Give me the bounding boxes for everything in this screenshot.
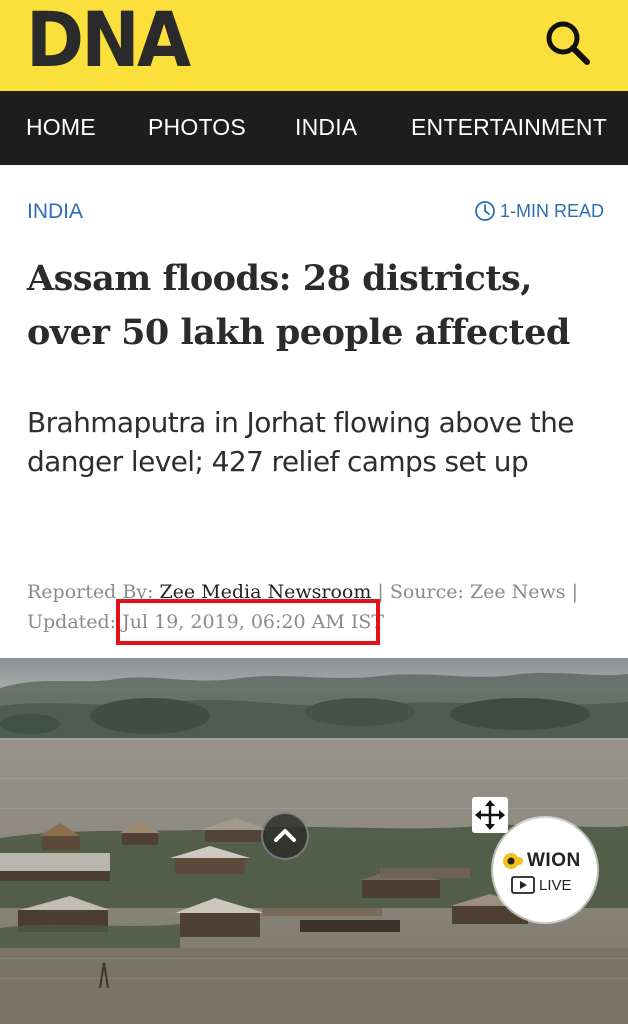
wion-logo: WION [503, 850, 581, 872]
read-time-label: 1-MIN READ [499, 200, 604, 221]
nav-item-photos[interactable]: PHOTOS [148, 91, 246, 165]
search-icon [546, 21, 590, 65]
wion-mark-icon [503, 853, 523, 869]
move-handle[interactable] [472, 797, 508, 833]
source-text: | Source: Zee News | [371, 581, 578, 603]
scroll-top-button[interactable] [261, 812, 309, 860]
move-arrows-icon [475, 800, 505, 830]
wion-live-badge[interactable]: WION LIVE [493, 818, 597, 922]
main-nav: HOME PHOTOS INDIA ENTERTAINMENT [0, 91, 628, 165]
date-highlight-box [116, 599, 380, 645]
nav-item-entertainment[interactable]: ENTERTAINMENT [411, 91, 607, 165]
article-headline: Assam floods: 28 districts, over 50 lakh… [27, 258, 570, 353]
wion-live-row: LIVE [511, 876, 572, 894]
site-header: DNA [0, 0, 628, 91]
article-category-link[interactable]: INDIA [27, 200, 83, 224]
wion-live-label: LIVE [539, 876, 572, 894]
read-time: 1-MIN READ [474, 200, 604, 222]
updated-label: Updated: [27, 611, 123, 633]
wion-brand-label: WION [527, 850, 581, 871]
nav-item-india[interactable]: INDIA [295, 91, 357, 165]
search-button[interactable] [543, 18, 593, 68]
site-logo[interactable]: DNA [26, 2, 191, 78]
nav-item-home[interactable]: HOME [26, 91, 96, 165]
play-tv-icon [511, 876, 535, 894]
clock-icon [475, 201, 495, 221]
chevron-up-icon [274, 829, 296, 842]
article-subheadline: Brahmaputra in Jorhat flowing above the … [27, 406, 575, 478]
